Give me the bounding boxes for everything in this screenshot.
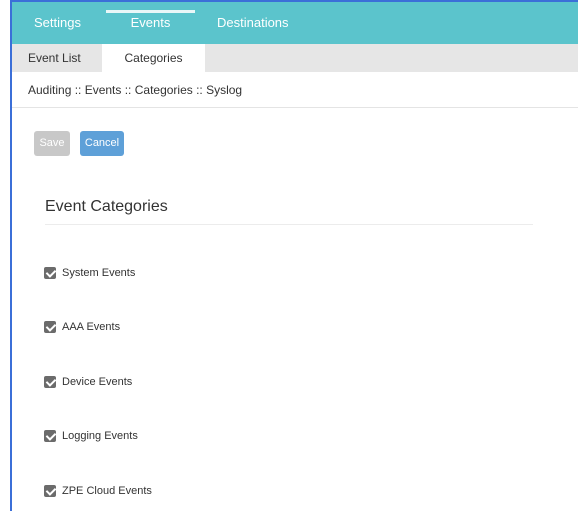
subtab-event-list[interactable]: Event List <box>12 44 102 72</box>
checkbox-checked-icon[interactable] <box>44 485 56 497</box>
app-window: Settings Events Destinations Event List … <box>12 2 578 511</box>
sub-navigation: Event List Categories <box>12 44 578 72</box>
category-label: AAA Events <box>62 321 121 333</box>
checkbox-checked-icon[interactable] <box>44 376 56 388</box>
checkbox-checked-icon[interactable] <box>44 267 56 279</box>
outer-margin <box>0 0 10 511</box>
category-system-events[interactable]: System Events <box>44 267 135 279</box>
section-title: Event Categories <box>45 198 168 215</box>
tab-destinations[interactable]: Destinations <box>195 2 310 44</box>
category-zpe-cloud-events[interactable]: ZPE Cloud Events <box>44 485 152 497</box>
category-aaa-events[interactable]: AAA Events <box>44 321 120 333</box>
category-label: System Events <box>62 267 136 279</box>
cancel-button[interactable]: Cancel <box>80 131 124 156</box>
checkbox-checked-icon[interactable] <box>44 430 56 442</box>
category-label: Logging Events <box>62 430 138 442</box>
subtab-categories[interactable]: Categories <box>102 44 205 72</box>
checkbox-checked-icon[interactable] <box>44 321 56 333</box>
category-label: Device Events <box>62 376 133 388</box>
category-label: ZPE Cloud Events <box>62 485 152 497</box>
save-button[interactable]: Save <box>34 131 70 156</box>
tab-settings[interactable]: Settings <box>12 2 106 44</box>
section-divider <box>45 224 533 225</box>
breadcrumb: Auditing :: Events :: Categories :: Sysl… <box>12 72 578 108</box>
category-logging-events[interactable]: Logging Events <box>44 430 138 442</box>
category-device-events[interactable]: Device Events <box>44 376 132 388</box>
tab-events[interactable]: Events <box>106 2 195 44</box>
top-navigation: Settings Events Destinations <box>12 2 578 44</box>
